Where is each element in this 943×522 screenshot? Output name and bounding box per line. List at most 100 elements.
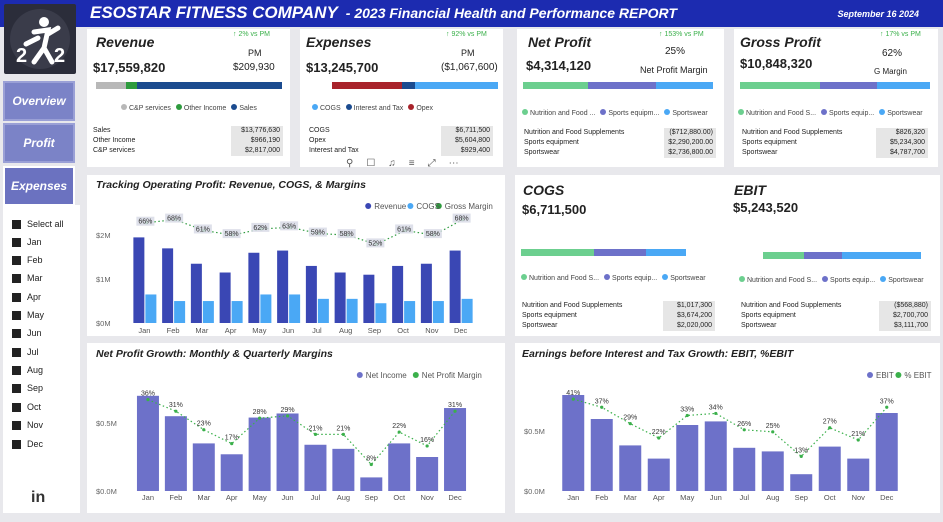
legend-label: Sports equipm... (608, 110, 660, 117)
month-filter-item[interactable]: May (12, 310, 44, 320)
cogs-bar (461, 298, 473, 323)
company-logo: 2 2 (4, 4, 76, 74)
row-label: Interest and Tax (309, 147, 359, 154)
row-value: $966,190 (231, 136, 283, 146)
legend-dot (739, 276, 745, 282)
legend-label: Nutrition and Food S... (746, 110, 817, 117)
cogs-bar (174, 301, 186, 323)
month-filter-item[interactable]: Select all (12, 219, 64, 229)
data-label: 21% (308, 425, 322, 432)
margin-point (742, 428, 746, 432)
bar-segment-sales (136, 82, 282, 89)
table-row: Sportswear $2,736,800.00 (524, 148, 716, 158)
bar-segment-nutrition (523, 82, 588, 89)
month-filter-item[interactable]: Jul (12, 347, 39, 357)
cogs-ebit-panel: COGS $6,711,500 Nutrition and Food S... … (515, 175, 940, 336)
card-value: $4,314,120 (526, 58, 592, 73)
legend-label: Nutrition and Food S... (747, 277, 818, 284)
page-title: ESOSTAR FITNESS COMPANY - 2023 Financial … (90, 3, 677, 23)
table-row: Interest and Tax $929,400 (309, 146, 493, 156)
legend-dot (345, 104, 352, 110)
cogs-table: Nutrition and Food Supplements $1,017,300… (522, 301, 715, 331)
filter-label: May (27, 310, 45, 320)
cogs-bar (346, 298, 358, 323)
margin-point (146, 398, 150, 402)
legend-label: Sales (239, 105, 257, 112)
data-label: 68% (167, 216, 181, 223)
report-subtitle: - 2023 Financial Health and Performance … (345, 5, 677, 21)
x-tick-label: Jan (138, 326, 150, 335)
checkbox-icon (12, 402, 21, 412)
row-value: $2,020,000 (663, 321, 715, 331)
checkbox-icon (12, 383, 21, 393)
revenue-bar (449, 250, 461, 323)
legend-dot (821, 109, 828, 115)
legend-label: Revenue (374, 202, 407, 211)
legend-label: Sports equip... (612, 275, 658, 282)
month-filter-item[interactable]: Aug (12, 365, 43, 375)
bar-segment-opex (332, 82, 402, 89)
nav-expenses-label: Expenses (10, 179, 68, 193)
revenue-split-bar (96, 82, 282, 89)
linkedin-icon[interactable]: in (31, 489, 45, 507)
gross-margin-line (146, 218, 463, 246)
legend-label: Sportswear (887, 110, 923, 117)
visual-toolbar[interactable]: ⚲☐♫≡⤢⋯ (346, 158, 472, 169)
checkbox-icon (12, 219, 21, 229)
data-label: 29% (623, 415, 637, 422)
x-tick-label: Sep (368, 326, 381, 335)
data-label: 26% (737, 421, 751, 428)
cogs-bar (289, 294, 301, 323)
row-label: Opex (309, 137, 326, 144)
x-tick-label: Jul (311, 493, 321, 502)
nav-expenses-button[interactable]: Expenses (3, 166, 75, 206)
card-title: Net Profit (528, 34, 591, 50)
data-label: 37% (880, 398, 894, 405)
legend-dot (604, 274, 611, 280)
operating-profit-chart: $0M $1M $2M Gross Margin COGS Revenue Jan Feb Ma… (96, 202, 493, 335)
month-filter-item[interactable]: Oct (12, 402, 41, 412)
pm-label: PM (461, 48, 475, 58)
month-filter-item[interactable]: Dec (12, 439, 43, 449)
data-label: 58% (426, 231, 440, 238)
ebit-value: $5,243,520 (733, 200, 799, 215)
nav-overview-button[interactable]: Overview (3, 81, 75, 121)
revenue-bar (277, 250, 289, 323)
checkbox-icon (12, 255, 21, 265)
month-filter-item[interactable]: Feb (12, 255, 43, 265)
expenses-card: Expenses ↑ 92% vs PM PM $13,245,700 ($1,… (300, 29, 503, 169)
data-label: 22% (392, 423, 406, 430)
month-filter-item[interactable]: Jan (12, 237, 42, 247)
month-filter-item[interactable]: Mar (12, 273, 43, 283)
month-filter-item[interactable]: Sep (12, 383, 43, 393)
legend-dot (312, 104, 318, 110)
legend-dot (365, 203, 372, 209)
legend-dot (664, 109, 671, 115)
x-tick-label: Nov (852, 493, 866, 502)
cogs-bar (231, 301, 243, 323)
legend-dot (600, 109, 607, 115)
expenses-table: COGS $6,711,500 Opex $5,604,800 Interest a… (309, 126, 493, 156)
margin-point (628, 422, 632, 426)
filter-label: Jan (27, 237, 42, 247)
trend-indicator: ↑ 17% vs PM (880, 31, 921, 38)
legend-dot (738, 109, 744, 115)
bar-segment-other (125, 82, 137, 89)
x-tick-label: Jun (710, 493, 722, 502)
margin-point (600, 405, 604, 409)
checkbox-icon (12, 273, 21, 283)
nav-profit-label: Profit (23, 136, 55, 150)
month-filter-item[interactable]: Apr (12, 292, 41, 302)
cogs-bar (260, 294, 272, 323)
x-tick-label: Aug (339, 326, 352, 335)
month-filter-item[interactable]: Nov (12, 420, 43, 430)
row-label: Sportswear (742, 149, 778, 156)
nav-profit-button[interactable]: Profit (3, 123, 75, 163)
bar-segment-nutrition (740, 82, 820, 89)
x-tick-label: May (680, 493, 694, 502)
month-filter-item[interactable]: Jun (12, 328, 42, 338)
bar-segment-sportswear (876, 82, 930, 89)
legend-dot (867, 372, 873, 378)
legend-label: Gross Margin (445, 202, 493, 211)
bar (388, 443, 411, 491)
